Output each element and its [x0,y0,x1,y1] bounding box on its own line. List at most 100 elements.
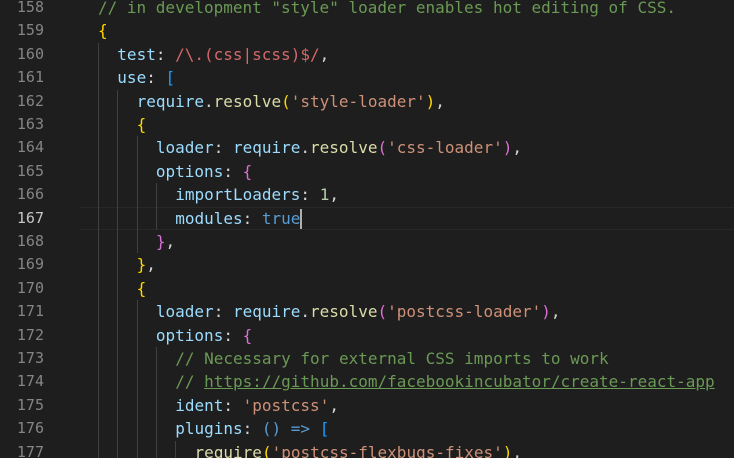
line-number: 164 [16,138,44,157]
code-token: ident [175,395,224,415]
line-number: 161 [16,68,44,87]
code-token: , [512,442,523,458]
indent-guide [136,417,138,441]
code-token: , [165,232,176,251]
code-token: 'postcss-flexbugs-fixes' [271,442,503,458]
indent-guide [98,159,99,184]
code-line[interactable]: modules: true [175,207,300,230]
code-token: { [242,325,253,345]
indent-guide [117,136,119,160]
indent-guide [98,66,99,90]
code-token: ( [377,302,388,322]
code-line[interactable]: plugins: () => [ [175,417,329,440]
indent-guide [98,417,99,441]
indent-guide [98,136,99,160]
line-number: 175 [16,395,44,414]
code-token: loader [155,138,214,158]
code-line[interactable]: { [137,277,147,300]
indent-guide [155,370,157,394]
code-line[interactable]: { [98,19,108,42]
indent-guide [117,89,119,113]
code-token: () => [261,419,320,439]
code-token: modules [175,208,243,228]
code-token: resolve [310,138,378,158]
code-token: require [136,91,205,111]
line-number: 163 [16,115,44,133]
indent-guide [117,370,119,394]
code-line[interactable]: require('postcss-flexbugs-fixes'), [195,441,523,458]
text-cursor [300,208,303,229]
indent-guide [117,230,119,254]
line-number: 171 [16,302,44,321]
indent-guide [98,183,99,207]
code-token: // in development "style" loader enables… [98,0,676,17]
code-token: , [329,395,339,415]
line-number: 170 [16,278,44,297]
code-editor[interactable]: 158 159 160 161 162 163 164 165 166 167 168 169 170 1… [0,0,734,458]
code-line[interactable]: importLoaders: 1, [175,183,339,206]
code-line[interactable]: }, [137,253,156,276]
code-line[interactable]: ident: 'postcss', [175,394,339,417]
code-token: : [223,325,243,345]
code-line[interactable]: // in development "style" loader enables… [98,0,676,19]
code-token: } [136,255,147,275]
indent-guide [117,206,119,230]
code-token: ( [281,91,291,111]
indent-guide [98,370,99,394]
line-number-gutter: 158 159 160 161 162 163 164 165 166 167 168 169 170 1… [0,0,80,458]
code-token: ) [502,442,513,458]
indent-guide [117,393,119,418]
code-line[interactable]: // Necessary for external CSS imports to… [175,347,608,370]
code-token: { [242,161,253,181]
code-token: . [204,91,214,111]
code-token: . [300,138,311,158]
indent-guide [98,347,99,371]
code-token: ( [377,138,388,158]
code-token: : [223,395,243,415]
code-line[interactable]: use: [ [117,66,175,89]
code-token: plugins [175,419,243,439]
code-token: , [146,255,156,275]
indent-guide [155,347,157,371]
indent-guide [117,300,119,324]
code-line[interactable]: require.resolve('style-loader'), [137,90,445,113]
indent-guide [98,276,99,301]
indent-guide [117,347,119,371]
indent-guide [155,393,157,418]
code-token: 'postcss' [242,395,330,415]
code-token: : [223,161,243,181]
code-token: test [117,44,156,64]
indent-guide [117,440,119,458]
code-token: . [300,302,311,322]
code-line[interactable]: loader: require.resolve('postcss-loader'… [156,300,561,323]
line-number: 176 [16,419,44,438]
code-token: ) [541,302,551,322]
indent-guide [117,183,119,207]
code-line[interactable]: options: { [156,160,252,183]
code-line[interactable]: // https://github.com/facebookincubator/… [175,370,714,393]
code-line[interactable]: }, [156,230,175,253]
indent-guide [136,136,138,160]
code-token: : [213,302,233,322]
code-token: require [232,302,301,322]
indent-guide [155,417,157,441]
indent-guide [155,440,157,458]
code-line[interactable]: loader: require.resolve('css-loader'), [156,136,522,159]
code-line[interactable]: test: /\.(css|scss)$/, [117,43,329,66]
code-token: { [136,278,147,298]
code-token: options [155,161,224,181]
code-token: loader [155,302,214,322]
indent-guide [98,300,99,324]
code-token: require [194,442,262,458]
code-token: use [117,68,147,88]
code-token: 1 [319,185,330,205]
code-line[interactable]: options: { [156,324,252,347]
code-line[interactable]: { [137,113,147,136]
indent-guide [98,206,99,230]
indent-guide [117,113,119,137]
code-token: require [232,138,301,158]
indent-guide [136,300,138,324]
code-token: { [136,115,147,134]
indent-guide [98,230,99,254]
indent-guide [175,440,177,458]
